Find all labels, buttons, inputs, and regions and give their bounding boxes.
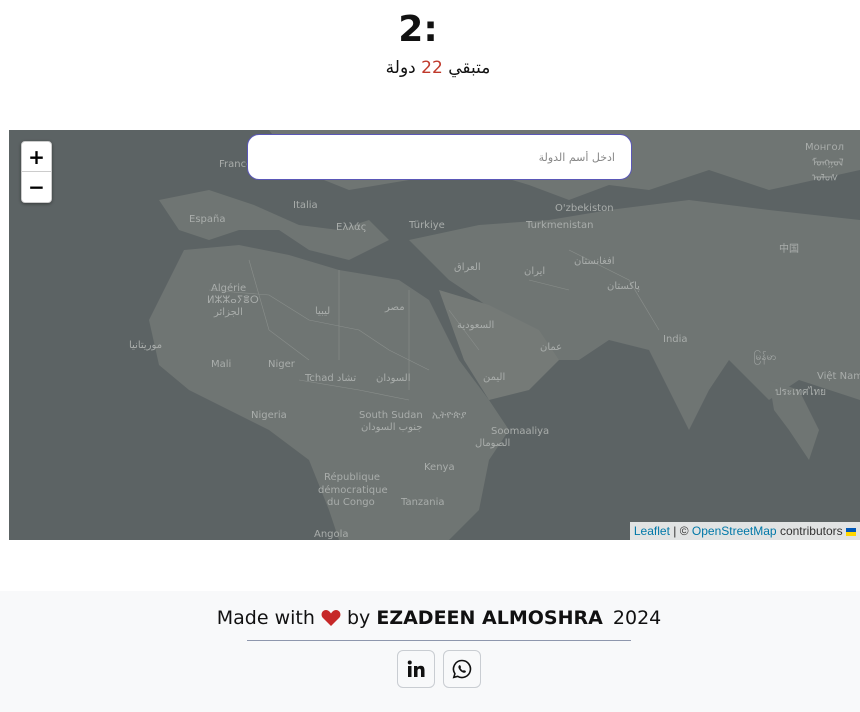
footer-divider bbox=[247, 640, 631, 641]
heart-icon bbox=[321, 608, 341, 634]
map-label-drc-2: démocratique bbox=[318, 485, 388, 496]
map-label-algerie-2: ⵍⵣⵣⴰⵢⴻⵔ bbox=[207, 295, 259, 306]
map-label-drc-1: République bbox=[324, 472, 381, 483]
map-label-misr: مصر bbox=[385, 302, 405, 313]
map-land bbox=[149, 130, 860, 540]
ukraine-flag-icon bbox=[846, 527, 856, 536]
map-label-somalia-1: Soomaaliya bbox=[491, 426, 550, 437]
map-label-yemen: اليمن bbox=[483, 372, 506, 383]
map-label-turkmenistan: Turkmenistan bbox=[526, 220, 594, 231]
map-label-saudi: السعودية bbox=[457, 320, 495, 331]
map-label-mongol: Монгол bbox=[805, 142, 845, 153]
map-label-south-sudan-1: South Sudan bbox=[359, 410, 423, 421]
footer-year: 2024 bbox=[612, 607, 662, 629]
map-label-india: India bbox=[663, 334, 688, 345]
linkedin-button[interactable] bbox=[397, 650, 435, 688]
map-label-niger: Niger bbox=[268, 359, 295, 370]
osm-link[interactable]: OpenStreetMap bbox=[692, 524, 777, 538]
map-label-mauritania: موريتانيا bbox=[129, 340, 163, 351]
map-label-uzbekiston: O'zbekiston bbox=[555, 203, 614, 214]
map-label-angola: Angola bbox=[314, 529, 349, 540]
remaining-count: 22 bbox=[421, 58, 443, 78]
timer: 2: bbox=[398, 9, 438, 50]
author-name: EZADEEN ALMOSHRA bbox=[376, 607, 603, 629]
attribution-separator: | © bbox=[673, 524, 689, 538]
footer: Made with by EZADEEN ALMOSHRA 2024 bbox=[0, 591, 860, 712]
world-map[interactable]: France España Italia Ελλάς Türkiye O'zbe… bbox=[9, 130, 860, 540]
zoom-in-button[interactable]: + bbox=[22, 142, 51, 172]
zoom-out-button[interactable]: − bbox=[22, 172, 51, 202]
country-search-input[interactable] bbox=[247, 134, 632, 180]
map-label-thailand: ประเทศไทย bbox=[775, 387, 826, 398]
map-label-italia: Italia bbox=[293, 200, 318, 211]
map-label-tchad: Tchad تشاد bbox=[305, 373, 357, 384]
map-attribution: Leaflet | © OpenStreetMap contributors bbox=[629, 522, 860, 540]
map-label-espana: España bbox=[189, 214, 226, 225]
map-label-ethiopia: ኢትዮጵያ bbox=[432, 410, 467, 421]
map-label-zhongguo: 中国 bbox=[779, 244, 799, 255]
map-label-nigeria: Nigeria bbox=[251, 410, 287, 421]
whatsapp-button[interactable] bbox=[443, 650, 481, 688]
map-label-iraq: العراق bbox=[454, 262, 481, 273]
map-label-iran: ایران bbox=[524, 266, 546, 277]
map-label-somalia-2: الصومال bbox=[475, 438, 511, 449]
linkedin-icon bbox=[407, 660, 425, 677]
map-label-oman: عمان bbox=[540, 342, 563, 353]
map-label-pakistan: پاکستان bbox=[607, 281, 640, 292]
made-with-text: Made with bbox=[216, 607, 315, 629]
map-label-tanzania: Tanzania bbox=[401, 497, 445, 508]
map-label-mongol-script1: ᠮᠣᠩᠭᠣᠯ bbox=[812, 158, 844, 169]
remaining-suffix: دولة bbox=[385, 58, 416, 78]
map-label-mongol-script2: ᠤᠯᠤᠰ bbox=[812, 173, 839, 184]
map-label-sudan: السودان bbox=[376, 373, 411, 384]
map-label-libya: ليبيا bbox=[315, 306, 331, 317]
map-label-algerie-3: الجزائر bbox=[214, 307, 243, 318]
map-label-algerie-1: Algérie bbox=[211, 283, 247, 294]
map-label-vietnam: Việt Nam bbox=[817, 371, 860, 382]
map-label-mali: Mali bbox=[211, 359, 232, 370]
whatsapp-icon bbox=[452, 659, 472, 679]
remaining-counter: متبقي 22 دولة bbox=[0, 56, 860, 80]
map-label-south-sudan-2: جنوب السودان bbox=[361, 422, 423, 433]
by-text: by bbox=[346, 607, 371, 629]
map-label-afghanistan: افغانستان bbox=[574, 256, 615, 267]
leaflet-link[interactable]: Leaflet bbox=[634, 524, 670, 538]
map-label-drc-3: du Congo bbox=[327, 497, 375, 508]
map-label-turkiye: Türkiye bbox=[409, 220, 445, 231]
attribution-contributors: contributors bbox=[779, 524, 843, 538]
zoom-control: + − bbox=[21, 141, 52, 203]
map-label-ellas: Ελλάς bbox=[336, 222, 367, 233]
footer-credit: Made with by EZADEEN ALMOSHRA 2024 bbox=[0, 605, 860, 634]
map-label-myanmar: မြန်မာ bbox=[754, 352, 777, 363]
remaining-prefix: متبقي bbox=[448, 58, 491, 78]
map-label-kenya: Kenya bbox=[424, 462, 455, 473]
